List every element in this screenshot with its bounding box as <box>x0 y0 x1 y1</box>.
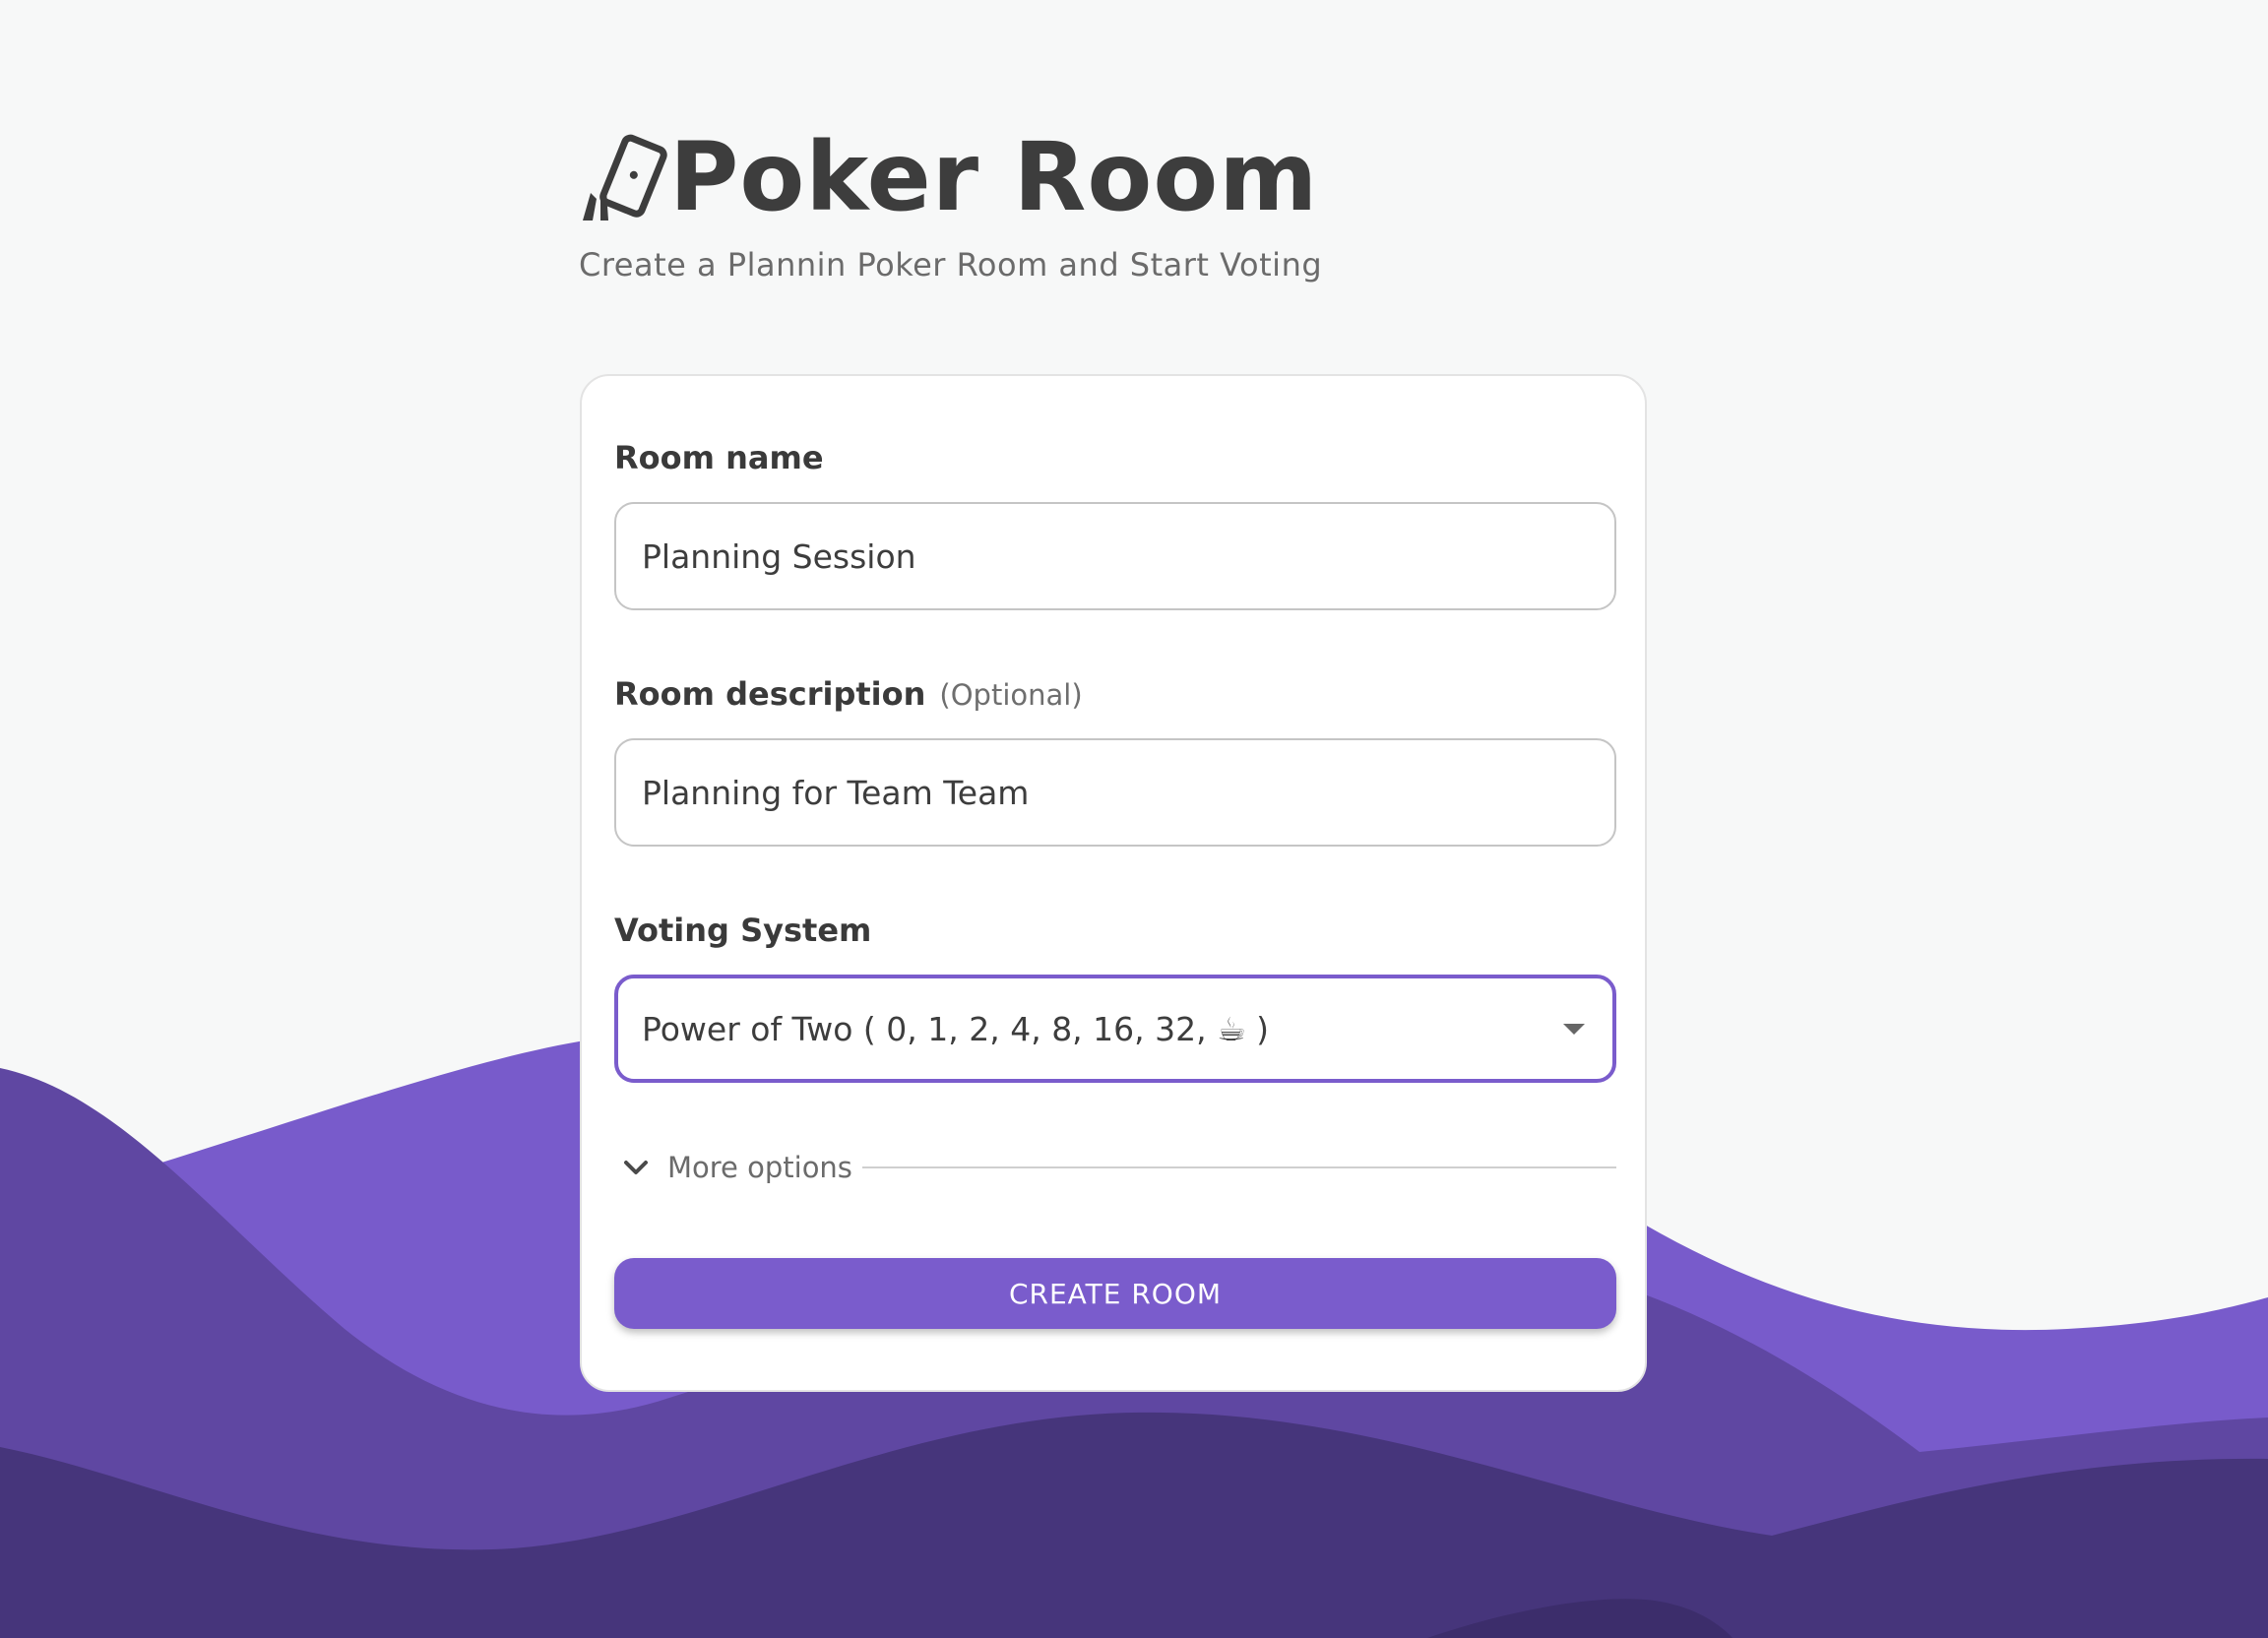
room-name-value: Planning Session <box>642 536 916 576</box>
voting-system-value: Power of Two ( 0, 1, 2, 4, 8, 16, 32, ☕ … <box>642 1009 1270 1048</box>
optional-label: (Optional) <box>939 678 1083 712</box>
chevron-down-icon[interactable] <box>614 1148 658 1187</box>
header: Poker Room Create a Plannin Poker Room a… <box>579 122 1322 284</box>
more-options-toggle[interactable]: More options <box>614 1148 1616 1187</box>
page-title: Poker Room <box>669 122 1319 232</box>
voting-system-select[interactable]: Power of Two ( 0, 1, 2, 4, 8, 16, 32, ☕ … <box>614 975 1616 1083</box>
room-description-label-row: Room description (Optional) <box>614 675 1083 713</box>
room-description-label: Room description <box>614 675 926 713</box>
page-subtitle: Create a Plannin Poker Room and Start Vo… <box>579 246 1323 284</box>
room-description-input[interactable]: Planning for Team Team <box>614 738 1616 847</box>
room-name-label: Room name <box>614 439 824 476</box>
create-room-button[interactable]: CREATE ROOM <box>614 1258 1616 1329</box>
room-name-input[interactable]: Planning Session <box>614 502 1616 610</box>
title-row: Poker Room <box>579 122 1322 232</box>
cards-icon <box>579 132 669 222</box>
create-room-card: Room name Planning Session Room descript… <box>580 374 1647 1392</box>
more-options-label[interactable]: More options <box>667 1151 852 1184</box>
page: Poker Room Create a Plannin Poker Room a… <box>0 0 2268 1638</box>
room-description-value: Planning for Team Team <box>642 773 1030 812</box>
dropdown-arrow-icon[interactable] <box>1563 1024 1585 1035</box>
voting-system-label: Voting System <box>614 912 872 949</box>
more-options-divider <box>861 1166 1616 1168</box>
